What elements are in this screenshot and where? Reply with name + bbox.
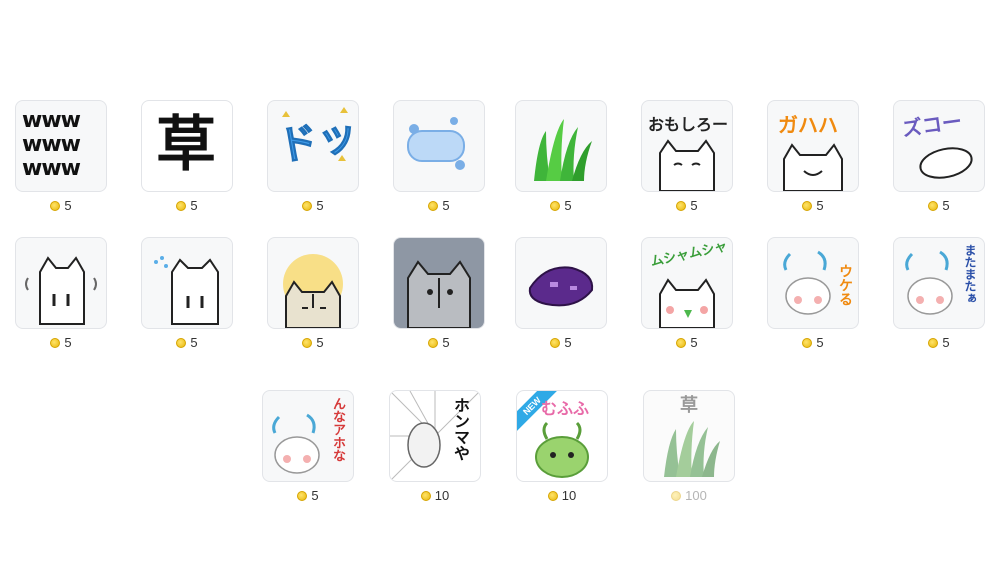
- sticker-image: [393, 237, 485, 329]
- sticker-image: ガハハ: [767, 100, 859, 192]
- sticker-item-nanna-aho-na[interactable]: んなアホな 5: [261, 390, 355, 503]
- sticker-item-matamata[interactable]: またまたぁ 5: [892, 237, 986, 350]
- sticker-item-cat-sunrise[interactable]: 5: [266, 237, 360, 350]
- sticker-price: 5: [514, 336, 608, 350]
- sticker-image: [267, 237, 359, 329]
- sticker-price: 5: [892, 336, 986, 350]
- coin-icon: [547, 491, 558, 501]
- sticker-price: 10: [515, 489, 609, 503]
- sticker-text: 草: [156, 110, 216, 180]
- sticker-price: 5: [140, 199, 234, 213]
- sticker-image: おもしろー: [641, 100, 733, 192]
- sticker-item-ukeru[interactable]: ウケる 5: [766, 237, 860, 350]
- sticker-image: [515, 100, 607, 192]
- sticker-image: ムシャムシャ: [641, 237, 733, 329]
- sticker-price: 5: [892, 199, 986, 213]
- sticker-text: ウケる: [837, 264, 853, 306]
- coin-icon: [550, 338, 561, 348]
- coin-icon: [802, 201, 813, 211]
- coin-icon: [928, 338, 939, 348]
- sticker-item-mufufu[interactable]: NEW むふふ 10: [515, 390, 609, 503]
- coin-icon: [302, 338, 313, 348]
- sticker-item-blue-bone[interactable]: 5: [392, 100, 486, 213]
- sticker-price: 5: [14, 199, 108, 213]
- sticker-item-kusa-grass[interactable]: 草 100: [642, 390, 736, 503]
- sticker-item-mushamusha[interactable]: ムシャムシャ 5: [640, 237, 734, 350]
- coin-icon: [802, 338, 813, 348]
- coin-icon: [176, 338, 187, 348]
- sticker-price: 5: [640, 199, 734, 213]
- sticker-price: 5: [266, 199, 360, 213]
- sticker-item-purple-cushion[interactable]: 5: [514, 237, 608, 350]
- sticker-price: 5: [640, 336, 734, 350]
- sticker-item-omoshiro[interactable]: おもしろー 5: [640, 100, 734, 213]
- sticker-image: NEW むふふ: [516, 390, 608, 482]
- sticker-image: ウケる: [767, 237, 859, 329]
- sticker-price: 5: [261, 489, 355, 503]
- sticker-text: www www www: [22, 108, 81, 181]
- coin-icon: [420, 491, 431, 501]
- sticker-item-cat-gray[interactable]: 5: [392, 237, 486, 350]
- coin-icon: [428, 338, 439, 348]
- sticker-image: ホンマや: [389, 390, 481, 482]
- sticker-price: 10: [388, 489, 482, 503]
- sticker-item-gahaha[interactable]: ガハハ 5: [766, 100, 860, 213]
- sticker-price: 100: [642, 489, 736, 503]
- sticker-image: ドッ: [267, 100, 359, 192]
- sticker-image: またまたぁ: [893, 237, 985, 329]
- sticker-item-zukoo[interactable]: ズコー 5: [892, 100, 986, 213]
- sticker-price: 5: [392, 336, 486, 350]
- sticker-price: 5: [14, 336, 108, 350]
- coin-icon: [176, 201, 187, 211]
- coin-icon: [50, 338, 61, 348]
- sticker-image: [393, 100, 485, 192]
- sticker-item-kusa[interactable]: 草 5: [140, 100, 234, 213]
- sticker-item-grass[interactable]: 5: [514, 100, 608, 213]
- sticker-image: www www www: [15, 100, 107, 192]
- sticker-text: またまたぁ: [963, 244, 977, 304]
- sticker-item-do[interactable]: ドッ 5: [266, 100, 360, 213]
- sticker-text: ホンマや: [451, 397, 470, 461]
- sticker-image: ズコー: [893, 100, 985, 192]
- sticker-price: 5: [766, 199, 860, 213]
- coin-icon: [428, 201, 439, 211]
- sticker-image: [141, 237, 233, 329]
- sticker-image: んなアホな: [262, 390, 354, 482]
- coin-icon: [676, 201, 687, 211]
- coin-icon: [297, 491, 308, 501]
- sticker-price: 5: [266, 336, 360, 350]
- sticker-image: [15, 237, 107, 329]
- coin-icon: [671, 491, 682, 501]
- sticker-image: 草: [141, 100, 233, 192]
- sticker-item-cat-shaking[interactable]: 5: [14, 237, 108, 350]
- sticker-price: 5: [392, 199, 486, 213]
- sticker-price: 5: [514, 199, 608, 213]
- coin-icon: [50, 201, 61, 211]
- coin-icon: [302, 201, 313, 211]
- coin-icon: [928, 201, 939, 211]
- sticker-text: んなアホな: [330, 397, 345, 462]
- sticker-image: 草: [643, 390, 735, 482]
- coin-icon: [676, 338, 687, 348]
- sticker-item-honmaya[interactable]: ホンマや 10: [388, 390, 482, 503]
- coin-icon: [550, 201, 561, 211]
- sticker-item-www[interactable]: www www www 5: [14, 100, 108, 213]
- sticker-item-cat-spit[interactable]: 5: [140, 237, 234, 350]
- sticker-price: 5: [766, 336, 860, 350]
- sticker-price: 5: [140, 336, 234, 350]
- sticker-image: [515, 237, 607, 329]
- sticker-shop-page: { "coin_icon": "coin-icon", "stickers": …: [0, 0, 1000, 562]
